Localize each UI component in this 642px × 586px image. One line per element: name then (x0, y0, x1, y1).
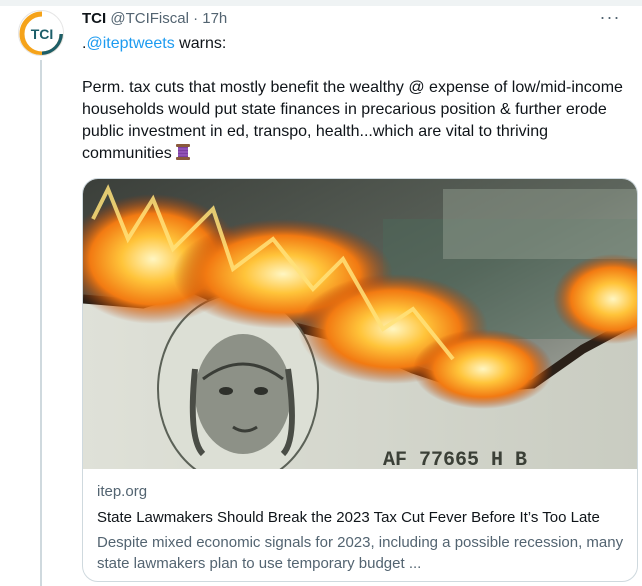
card-meta: itep.org State Lawmakers Should Break th… (97, 482, 627, 574)
bill-serial-text: AF 77665 H B (383, 449, 527, 469)
tweet-intro-line: .@iteptweets warns: (82, 33, 630, 55)
header-separator: · (193, 10, 199, 27)
tweet-timestamp[interactable]: 17h (202, 10, 227, 27)
card-description: Despite mixed economic signals for 2023,… (97, 534, 624, 572)
tweet-body-text: Perm. tax cuts that mostly benefit the w… (82, 79, 623, 162)
more-options-icon[interactable]: ··· (596, 8, 624, 30)
top-divider (0, 0, 642, 6)
tweet-header: TCI @TCIFiscal · 17h (82, 9, 227, 29)
author-name[interactable]: TCI (82, 10, 106, 27)
link-preview-card[interactable]: AF 77665 H B itep.org State Lawmakers Sh… (82, 178, 638, 582)
thread-connector-line (40, 60, 42, 586)
author-handle[interactable]: @TCIFiscal (110, 10, 189, 27)
avatar[interactable]: TCI (18, 10, 64, 56)
avatar-label: TCI (31, 26, 54, 42)
tci-logo-icon: TCI (19, 11, 63, 55)
card-title[interactable]: State Lawmakers Should Break the 2023 Ta… (97, 508, 627, 528)
thread-spool-icon (175, 144, 190, 160)
tweet-body: Perm. tax cuts that mostly benefit the w… (82, 77, 630, 165)
mention-link[interactable]: @iteptweets (86, 35, 174, 52)
card-domain: itep.org (97, 483, 148, 500)
burning-dollar-bill-image[interactable]: AF 77665 H B (83, 179, 638, 469)
quote-suffix: warns: (174, 35, 227, 52)
